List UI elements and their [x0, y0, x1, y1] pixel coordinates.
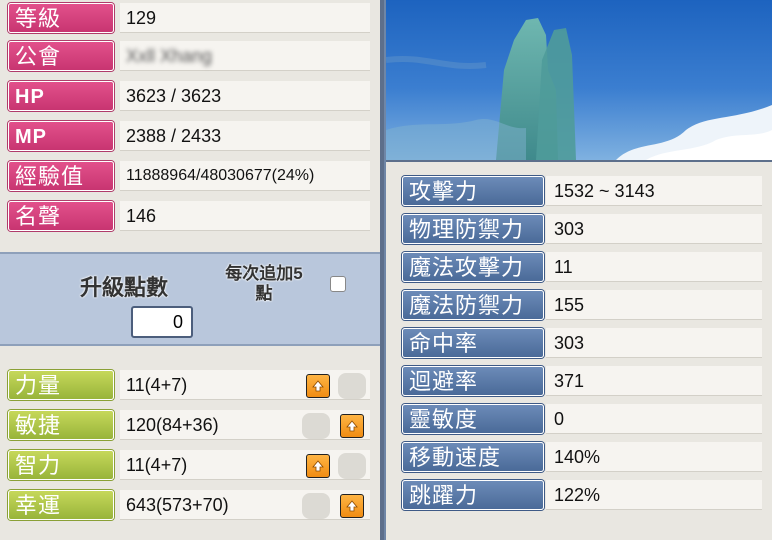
int-up-button[interactable]	[306, 454, 330, 478]
luk-row: 幸運 643(573+70)	[0, 486, 380, 524]
level-value: 129	[120, 3, 370, 33]
level-label: 等級	[8, 3, 114, 33]
level-row: 等級 129	[0, 0, 380, 36]
character-info-panel: 等級 129 公會 Xxll Xhang HP 3623 / 3623 MP 2…	[0, 0, 384, 540]
add5-label-line1: 每次追加5	[225, 264, 303, 283]
jump-label: 跳躍力	[402, 480, 544, 510]
exp-row: 經驗值 11888964/48030677(24%)	[0, 158, 380, 194]
jump-row: 跳躍力 122%	[386, 476, 772, 514]
attack-row: 攻擊力 1532 ~ 3143	[386, 172, 772, 210]
phys-def-value: 303	[546, 214, 762, 244]
add5-label-line2: 點	[255, 284, 273, 303]
str-disabled-slot	[338, 373, 366, 399]
jump-value: 122%	[546, 480, 762, 510]
magic-def-label: 魔法防禦力	[402, 290, 544, 320]
speed-row: 移動速度 140%	[386, 438, 772, 476]
dex-label: 敏捷	[8, 410, 114, 440]
mp-label: MP	[8, 121, 114, 151]
avoid-row: 迴避率 371	[386, 362, 772, 400]
hp-label: HP	[8, 81, 114, 111]
speed-value: 140%	[546, 442, 762, 472]
luk-label: 幸運	[8, 490, 114, 520]
luk-value: 643(573+70)	[120, 490, 370, 520]
avoid-label: 迴避率	[402, 366, 544, 396]
accuracy-value: 303	[546, 328, 762, 358]
arrow-up-icon	[312, 460, 324, 472]
fame-value: 146	[120, 201, 370, 231]
int-value: 11(4+7)	[120, 450, 370, 480]
magic-atk-value: 11	[546, 252, 762, 282]
int-label: 智力	[8, 450, 114, 480]
accuracy-row: 命中率 303	[386, 324, 772, 362]
hands-row: 靈敏度 0	[386, 400, 772, 438]
hp-row: HP 3623 / 3623	[0, 78, 380, 114]
magic-def-value: 155	[546, 290, 762, 320]
magic-atk-row: 魔法攻擊力 11	[386, 248, 772, 286]
int-disabled-slot	[338, 453, 366, 479]
panel-divider	[380, 0, 384, 540]
speed-label: 移動速度	[402, 442, 544, 472]
ability-points-label: 升級點數	[80, 275, 169, 300]
attack-label: 攻擊力	[402, 176, 544, 206]
phys-def-label: 物理防禦力	[402, 214, 544, 244]
magic-atk-label: 魔法攻擊力	[402, 252, 544, 282]
exp-label: 經驗值	[8, 161, 114, 191]
str-value: 11(4+7)	[120, 370, 370, 400]
attack-value: 1532 ~ 3143	[546, 176, 762, 206]
dex-up-button[interactable]	[340, 414, 364, 438]
int-row: 智力 11(4+7)	[0, 446, 380, 484]
hp-value: 3623 / 3623	[120, 81, 370, 111]
fame-row: 名聲 146	[0, 198, 380, 234]
luk-up-button[interactable]	[340, 494, 364, 518]
attributes-panel: 攻擊力 1532 ~ 3143 物理防禦力 303 魔法攻擊力 11 魔法防禦力…	[386, 160, 772, 540]
ability-points-box: 升級點數 0 每次追加5 點	[0, 252, 380, 346]
guild-row: 公會 Xxll Xhang	[0, 38, 380, 74]
hands-label: 靈敏度	[402, 404, 544, 434]
mp-value: 2388 / 2433	[120, 121, 370, 151]
exp-value: 11888964/48030677(24%)	[120, 161, 370, 191]
guild-name-blurred: Xxll Xhang	[126, 46, 213, 66]
arrow-up-icon	[346, 420, 358, 432]
phys-def-row: 物理防禦力 303	[386, 210, 772, 248]
arrow-up-icon	[312, 380, 324, 392]
accuracy-label: 命中率	[402, 328, 544, 358]
arrow-up-icon	[346, 500, 358, 512]
add5-label: 每次追加5 點	[208, 264, 320, 304]
hands-value: 0	[546, 404, 762, 434]
guild-value: Xxll Xhang	[120, 41, 370, 71]
fame-label: 名聲	[8, 201, 114, 231]
luk-disabled-slot	[302, 493, 330, 519]
ability-points-field[interactable]: 0	[131, 306, 193, 338]
add5-checkbox[interactable]	[330, 276, 346, 292]
str-row: 力量 11(4+7)	[0, 366, 380, 404]
game-background-scene	[386, 0, 772, 160]
mp-row: MP 2388 / 2433	[0, 118, 380, 154]
stats-section: 力量 11(4+7) 敏捷 120(84+36) 智力 11(4+7) 幸運 6…	[0, 354, 380, 540]
sky-cliff-illustration	[386, 18, 772, 160]
guild-label: 公會	[8, 41, 114, 71]
avoid-value: 371	[546, 366, 762, 396]
str-label: 力量	[8, 370, 114, 400]
dex-disabled-slot	[302, 413, 330, 439]
str-up-button[interactable]	[306, 374, 330, 398]
dex-row: 敏捷 120(84+36)	[0, 406, 380, 444]
dex-value: 120(84+36)	[120, 410, 370, 440]
magic-def-row: 魔法防禦力 155	[386, 286, 772, 324]
